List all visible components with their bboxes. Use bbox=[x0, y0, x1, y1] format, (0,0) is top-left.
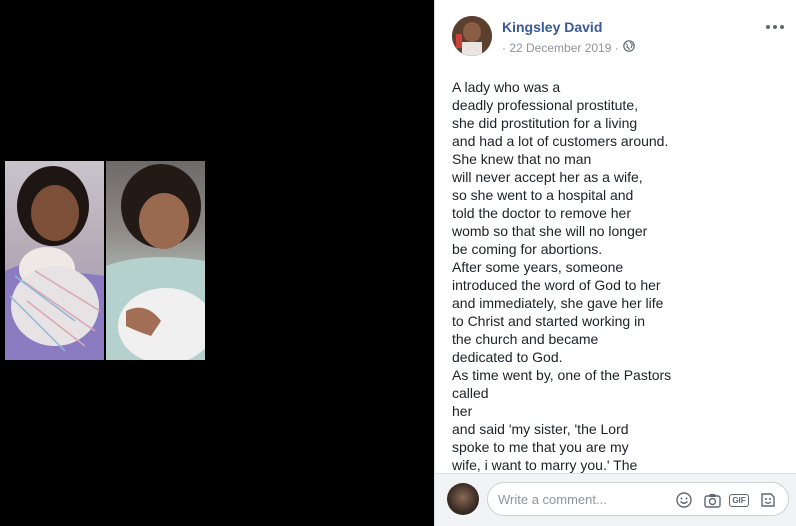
sticker-icon[interactable] bbox=[759, 491, 777, 509]
post-text-line: be coming for abortions. bbox=[452, 241, 603, 257]
photo-viewer bbox=[0, 0, 434, 526]
post-text-line: After some years, someone bbox=[452, 259, 624, 275]
post-text: A lady who was a deadly professional pro… bbox=[452, 78, 772, 473]
photo-right-panel bbox=[106, 161, 205, 360]
post-text-line: to Christ and started working in bbox=[452, 313, 645, 329]
post-text-line: introduced the word of God to her bbox=[452, 277, 661, 293]
camera-icon[interactable] bbox=[703, 491, 721, 509]
post-text-line: so she went to a hospital and bbox=[452, 187, 634, 203]
gif-icon[interactable]: GIF bbox=[729, 491, 749, 509]
post-header: Kingsley David · 22 December 2019 · bbox=[452, 16, 787, 60]
post-text-line: dedicated to God. bbox=[452, 349, 563, 365]
user-avatar[interactable] bbox=[447, 483, 479, 515]
post-sidebar: Kingsley David · 22 December 2019 · A la… bbox=[434, 0, 796, 526]
more-dot-icon bbox=[780, 25, 784, 29]
post-text-line: and said 'my sister, 'the Lord bbox=[452, 421, 629, 437]
post-date[interactable]: · 22 December 2019 · bbox=[502, 41, 619, 55]
post-meta: · 22 December 2019 · bbox=[502, 40, 635, 55]
post-text-line: wife, i want to marry you.' The bbox=[452, 457, 638, 473]
gif-label: GIF bbox=[729, 493, 749, 507]
post-text-line: womb so that she will no longer bbox=[452, 223, 648, 239]
post-text-line: and had a lot of customers around. bbox=[452, 133, 669, 149]
author-avatar[interactable] bbox=[452, 16, 492, 56]
post-text-line: the church and became bbox=[452, 331, 599, 347]
comment-box: GIF bbox=[487, 482, 789, 516]
post-text-line: her bbox=[452, 403, 473, 419]
comment-bar: GIF bbox=[435, 473, 796, 526]
photo-left-panel bbox=[5, 161, 104, 360]
post-text-line: and immediately, she gave her life bbox=[452, 295, 664, 311]
more-options-button[interactable] bbox=[763, 20, 787, 34]
comment-input[interactable] bbox=[498, 483, 668, 515]
post-text-line: spoke to me that you are my bbox=[452, 439, 629, 455]
post-text-line: deadly professional prostitute, bbox=[452, 97, 638, 113]
post-text-line: called bbox=[452, 385, 489, 401]
more-dot-icon bbox=[773, 25, 777, 29]
post-text-line: told the doctor to remove her bbox=[452, 205, 631, 221]
post-text-line: she did prostitution for a living bbox=[452, 115, 638, 131]
post-photo[interactable] bbox=[5, 161, 205, 360]
post-text-line: As time went by, one of the Pastors bbox=[452, 367, 672, 383]
post-text-line: A lady who was a bbox=[452, 79, 561, 95]
more-dot-icon bbox=[766, 25, 770, 29]
emoji-icon[interactable] bbox=[675, 491, 693, 509]
globe-icon[interactable] bbox=[622, 40, 635, 55]
post-text-line: She knew that no man bbox=[452, 151, 592, 167]
author-name[interactable]: Kingsley David bbox=[502, 19, 602, 35]
post-text-line: will never accept her as a wife, bbox=[452, 169, 643, 185]
